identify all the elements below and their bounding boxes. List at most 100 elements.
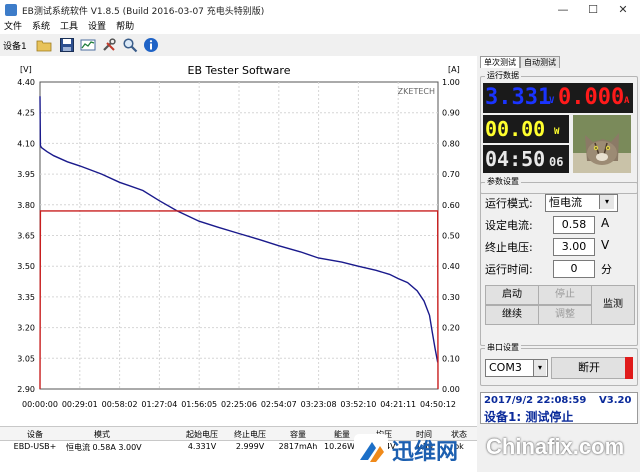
cell-capacity: 2817mAh: [278, 442, 318, 451]
status-datetime: 2017/9/2 22:08:59: [484, 395, 587, 406]
cutoff-label: 终止电压:: [485, 241, 533, 254]
port-chevron-icon[interactable]: ▾: [533, 360, 546, 376]
cat-photo: [573, 115, 631, 173]
chart-view-icon[interactable]: [80, 37, 96, 53]
y-tick-right: 0.90: [442, 109, 460, 118]
open-folder-icon[interactable]: [36, 37, 52, 53]
x-tick: 03:23:08: [301, 400, 337, 409]
cutoff-input[interactable]: 3.00: [553, 238, 595, 256]
maximize-button[interactable]: ☐: [578, 0, 608, 20]
port-value: COM3: [489, 361, 522, 374]
y-tick-left: 4.10: [17, 139, 35, 148]
watermark-logo-icon: [354, 434, 388, 468]
adjust-button[interactable]: 调整: [538, 305, 592, 325]
connection-indicator: [625, 357, 633, 379]
y-tick-right: 0.40: [442, 262, 460, 271]
menu-bar: 文件 系统 工具 设置 帮助: [0, 20, 640, 34]
start-button[interactable]: 启动: [485, 285, 539, 305]
right-panel: 单次测试 自动测试 运行数据 3.331 V 0.000 A 00.00 W 04…: [478, 56, 640, 472]
y-tick-right: 1.00: [442, 78, 460, 87]
y-tick-left: 3.05: [17, 354, 35, 363]
menu-file[interactable]: 文件: [0, 20, 28, 34]
tools-icon[interactable]: [101, 37, 117, 53]
menu-settings[interactable]: 设置: [84, 20, 112, 34]
col-mode: 模式: [94, 430, 110, 439]
toolbar: 设备1: [0, 34, 640, 56]
chart-panel: 4.40 1.00 4.25 0.90 4.10 0.80 3.95 0.70 3.80 0.60…: [0, 56, 477, 426]
y-tick-left: 4.40: [17, 78, 35, 87]
time-seconds: 06: [549, 155, 564, 169]
menu-help[interactable]: 帮助: [112, 20, 140, 34]
cell-end-voltage: 2.999V: [235, 442, 265, 451]
current-unit: A: [624, 96, 630, 106]
y-tick-left: 3.20: [17, 324, 35, 333]
chart-corner-label: ZKETECH: [398, 87, 435, 96]
col-capacity: 容量: [290, 430, 306, 439]
tab-single-test[interactable]: 单次测试: [480, 56, 520, 68]
time-display: 04:50 06: [483, 145, 569, 173]
close-button[interactable]: ✕: [608, 0, 638, 20]
y-tick-right: 0.60: [442, 201, 460, 210]
col-end-voltage: 终止电压: [234, 430, 266, 439]
x-tick: 03:52:10: [340, 400, 376, 409]
window-title: EB测试系统软件 V1.8.5 (Build 2016-03-07 充电头特别版…: [22, 7, 265, 17]
time-set-unit: 分: [601, 263, 612, 276]
y-tick-right: 0.10: [442, 354, 460, 363]
y-tick-left: 4.25: [17, 109, 35, 118]
y-tick-right: 0.00: [442, 385, 460, 394]
x-tick: 01:56:05: [181, 400, 217, 409]
voltage-current-display: 3.331 V 0.000 A: [483, 83, 633, 113]
continue-button[interactable]: 继续: [485, 305, 539, 325]
cell-mode: 恒电流 0.58A 3.00V: [66, 443, 142, 452]
power-display: 00.00 W: [483, 115, 569, 143]
menu-tools[interactable]: 工具: [56, 20, 84, 34]
col-start-voltage: 起始电压: [186, 430, 218, 439]
app-icon: [5, 4, 17, 16]
chevron-down-icon[interactable]: ▾: [599, 195, 614, 209]
voltage-unit: V: [549, 96, 555, 106]
y-tick-right: 0.80: [442, 139, 460, 148]
y-tick-right: 0.20: [442, 324, 460, 333]
col-device: 设备: [27, 430, 43, 439]
x-tick: 02:54:07: [261, 400, 297, 409]
title-bar: EB测试系统软件 V1.8.5 (Build 2016-03-07 充电头特别版…: [0, 0, 640, 21]
save-icon[interactable]: [59, 37, 75, 53]
watermark-brand: 迅维网: [392, 440, 459, 465]
search-icon[interactable]: [122, 37, 138, 53]
y-tick-right: 0.50: [442, 232, 460, 241]
time-set-input[interactable]: 0: [553, 260, 595, 278]
y-tick-left: 3.50: [17, 262, 35, 271]
disconnect-button[interactable]: 断开: [551, 357, 627, 379]
watermark: 迅维网 Chinafix.com: [352, 428, 640, 472]
device-label: 设备1: [3, 42, 27, 52]
x-tick: 01:27:04: [141, 400, 177, 409]
current-set-input[interactable]: 0.58: [553, 216, 595, 234]
serial-group: 串口设置 COM3 ▾ 断开: [480, 343, 638, 386]
menu-system[interactable]: 系统: [28, 20, 56, 34]
cell-start-voltage: 4.331V: [187, 442, 217, 451]
x-tick: 04:50:12: [420, 400, 456, 409]
y-tick-left: 3.65: [17, 232, 35, 241]
status-message: 设备1: 测试停止: [484, 410, 574, 424]
x-tick: 02:25:06: [221, 400, 257, 409]
status-panel: 2017/9/2 22:08:59 V3.20 设备1: 测试停止: [480, 392, 638, 424]
param-group: 参数设置 运行模式: 恒电流 ▾ 设定电流: 0.58 A 终止电压: 3.00…: [480, 177, 638, 346]
cell-device: EBD-USB+: [13, 442, 57, 451]
y-tick-left: 2.90: [17, 385, 35, 394]
monitor-button[interactable]: 监测: [591, 285, 635, 325]
y-axis-label-left: [V]: [20, 65, 32, 74]
stop-button[interactable]: 停止: [538, 285, 592, 305]
param-title: 参数设置: [485, 177, 521, 187]
y-axis-label-right: [A]: [448, 65, 460, 74]
voltage-readout: 3.331: [485, 85, 552, 110]
x-tick: 00:00:00: [22, 400, 58, 409]
test-tabs: 单次测试 自动测试: [480, 56, 560, 68]
tab-auto-test[interactable]: 自动测试: [520, 56, 560, 68]
y-tick-right: 0.70: [442, 170, 460, 179]
current-readout: 0.000: [558, 85, 625, 110]
cutoff-unit: V: [601, 238, 610, 252]
current-set-label: 设定电流:: [485, 219, 533, 232]
info-icon[interactable]: [143, 37, 159, 53]
y-tick-left: 3.35: [17, 293, 35, 302]
minimize-button[interactable]: —: [548, 0, 578, 20]
